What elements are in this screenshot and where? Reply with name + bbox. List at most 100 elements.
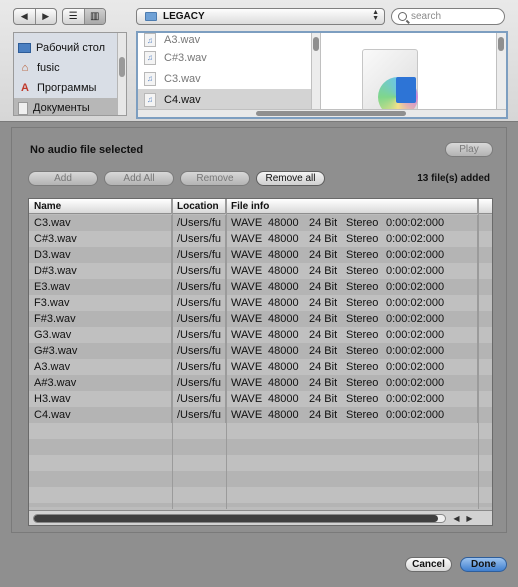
file-location-cell: /Users/fu xyxy=(172,263,226,279)
table-row[interactable]: G#3.wav/Users/fu WAVE 48000 24 Bit Stereo 0:0… xyxy=(29,343,492,359)
search-placeholder: search xyxy=(411,11,442,22)
file-info-format: WAVE xyxy=(231,393,263,405)
scroll-thumb[interactable] xyxy=(34,515,438,522)
file-location-cell: /Users/fu xyxy=(172,295,226,311)
preview-scrollbar[interactable] xyxy=(496,33,506,109)
extra-cell xyxy=(478,359,492,375)
file-info-cell: WAVE 48000 24 Bit Stereo 0:00:02:000 xyxy=(226,407,478,423)
file-info-duration: 0:00:02:000 xyxy=(386,265,445,277)
column-view-icon[interactable]: ▥ xyxy=(83,9,105,24)
path-popup[interactable]: LEGACY ▲ ▼ xyxy=(136,8,385,25)
extra-cell xyxy=(478,407,492,423)
browser-horizontal-scrollbar[interactable] xyxy=(138,109,506,117)
file-info-bits: 24 Bit xyxy=(309,345,338,357)
file-location-cell: /Users/fu xyxy=(172,279,226,295)
file-info-cell: WAVE 48000 24 Bit Stereo 0:00:02:000 xyxy=(226,375,478,391)
table-header: Name Location File info xyxy=(29,199,492,214)
table-row[interactable]: F#3.wav/Users/fu WAVE 48000 24 Bit Stereo 0:0… xyxy=(29,311,492,327)
table-horizontal-scrollbar[interactable]: ◀ ▶ xyxy=(29,510,492,525)
file-item[interactable]: ♫ C3.wav xyxy=(138,68,311,89)
column-header-name[interactable]: Name xyxy=(29,199,172,214)
file-info-channels: Stereo xyxy=(346,217,379,229)
file-info-cell: WAVE 48000 24 Bit Stereo 0:00:02:000 xyxy=(226,215,478,231)
remove-button[interactable]: Remove xyxy=(180,171,250,186)
file-info-cell: WAVE 48000 24 Bit Stereo 0:00:02:000 xyxy=(226,247,478,263)
file-name-cell: F3.wav xyxy=(29,295,172,311)
table-row[interactable]: H3.wav/Users/fu WAVE 48000 24 Bit Stereo 0:00… xyxy=(29,391,492,407)
file-info-format: WAVE xyxy=(231,313,263,325)
done-button[interactable]: Done xyxy=(460,557,507,572)
scroll-right-icon[interactable]: ▶ xyxy=(464,513,475,524)
extra-cell xyxy=(478,311,492,327)
file-info-duration: 0:00:02:000 xyxy=(386,281,445,293)
file-item[interactable]: ♫ C#3.wav xyxy=(138,47,311,68)
file-browser: ◀ ▶ ☰ ▥ LEGACY ▲ ▼ search Рабочий стол ⌂ … xyxy=(0,0,518,122)
file-location-cell: /Users/fu xyxy=(172,231,226,247)
file-info-channels: Stereo xyxy=(346,329,379,341)
file-info-bits: 24 Bit xyxy=(309,297,338,309)
table-row[interactable]: A3.wav/Users/fu WAVE 48000 24 Bit Stereo 0:00… xyxy=(29,359,492,375)
file-info-bits: 24 Bit xyxy=(309,329,338,341)
file-item[interactable]: ♫ A3.wav xyxy=(138,33,311,47)
file-name-cell: C3.wav xyxy=(29,215,172,231)
add-button[interactable]: Add xyxy=(28,171,98,186)
table-row[interactable]: C#3.wav/Users/fu WAVE 48000 24 Bit Stereo 0:0… xyxy=(29,231,492,247)
file-info-cell: WAVE 48000 24 Bit Stereo 0:00:02:000 xyxy=(226,279,478,295)
popup-arrows-icon: ▲ ▼ xyxy=(372,9,379,22)
sidebar-item-home[interactable]: ⌂ fusic xyxy=(14,58,126,78)
file-info-duration: 0:00:02:000 xyxy=(386,377,445,389)
file-info-channels: Stereo xyxy=(346,345,379,357)
extra-cell xyxy=(478,327,492,343)
file-info-channels: Stereo xyxy=(346,377,379,389)
file-name-cell: D#3.wav xyxy=(29,263,172,279)
sidebar-item-desktop[interactable]: Рабочий стол xyxy=(14,38,126,58)
forward-arrow-icon[interactable]: ▶ xyxy=(34,9,57,24)
table-row[interactable]: D3.wav/Users/fu WAVE 48000 24 Bit Stereo 0:00… xyxy=(29,247,492,263)
file-name-cell: G#3.wav xyxy=(29,343,172,359)
file-name: A3.wav xyxy=(164,34,201,46)
file-info-rate: 48000 xyxy=(268,329,299,341)
table-body: C3.wav/Users/fu WAVE 48000 24 Bit Stereo 0:00… xyxy=(29,215,492,423)
play-button[interactable]: Play xyxy=(445,142,493,157)
file-info-rate: 48000 xyxy=(268,217,299,229)
column-header-extra xyxy=(478,199,492,214)
file-info-bits: 24 Bit xyxy=(309,265,338,277)
file-info-bits: 24 Bit xyxy=(309,217,338,229)
cancel-button[interactable]: Cancel xyxy=(405,557,452,572)
file-location-cell: /Users/fu xyxy=(172,343,226,359)
list-view-icon[interactable]: ☰ xyxy=(63,9,84,24)
file-info-duration: 0:00:02:000 xyxy=(386,233,445,245)
file-info-rate: 48000 xyxy=(268,233,299,245)
table-row[interactable]: F3.wav/Users/fu WAVE 48000 24 Bit Stereo 0:00… xyxy=(29,295,492,311)
file-info-channels: Stereo xyxy=(346,409,379,421)
back-arrow-icon[interactable]: ◀ xyxy=(14,9,35,24)
extra-cell xyxy=(478,215,492,231)
table-row[interactable]: C4.wav/Users/fu WAVE 48000 24 Bit Stereo 0:00… xyxy=(29,407,492,423)
extra-cell xyxy=(478,375,492,391)
table-row[interactable]: D#3.wav/Users/fu WAVE 48000 24 Bit Stereo 0:0… xyxy=(29,263,492,279)
table-row[interactable]: E3.wav/Users/fu WAVE 48000 24 Bit Stereo 0:00… xyxy=(29,279,492,295)
audio-import-panel: No audio file selected Play Add Add All … xyxy=(11,127,507,533)
table-row[interactable]: A#3.wav/Users/fu WAVE 48000 24 Bit Stereo 0:0… xyxy=(29,375,492,391)
file-info-bits: 24 Bit xyxy=(309,393,338,405)
search-field[interactable]: search xyxy=(391,8,505,25)
column-header-file-info[interactable]: File info xyxy=(226,199,478,214)
file-location-cell: /Users/fu xyxy=(172,247,226,263)
file-info-rate: 48000 xyxy=(268,297,299,309)
column-header-location[interactable]: Location xyxy=(172,199,226,214)
remove-all-button[interactable]: Remove all xyxy=(256,171,325,186)
scroll-left-icon[interactable]: ◀ xyxy=(451,513,462,524)
file-item-selected[interactable]: ♫ C4.wav xyxy=(138,89,311,109)
sidebar-item-applications[interactable]: A Программы xyxy=(14,78,126,98)
column-scrollbar[interactable] xyxy=(311,33,321,109)
add-all-button[interactable]: Add All xyxy=(104,171,174,186)
sidebar-scrollbar[interactable] xyxy=(117,33,126,115)
file-info-bits: 24 Bit xyxy=(309,249,338,261)
file-info-format: WAVE xyxy=(231,377,263,389)
table-row[interactable]: C3.wav/Users/fu WAVE 48000 24 Bit Stereo 0:00… xyxy=(29,215,492,231)
file-name-cell: E3.wav xyxy=(29,279,172,295)
file-table: Name Location File info C3.wav/Users/fu W… xyxy=(28,198,493,526)
sidebar-item-documents[interactable]: Документы xyxy=(14,98,126,115)
file-info-channels: Stereo xyxy=(346,281,379,293)
table-row[interactable]: G3.wav/Users/fu WAVE 48000 24 Bit Stereo 0:00… xyxy=(29,327,492,343)
